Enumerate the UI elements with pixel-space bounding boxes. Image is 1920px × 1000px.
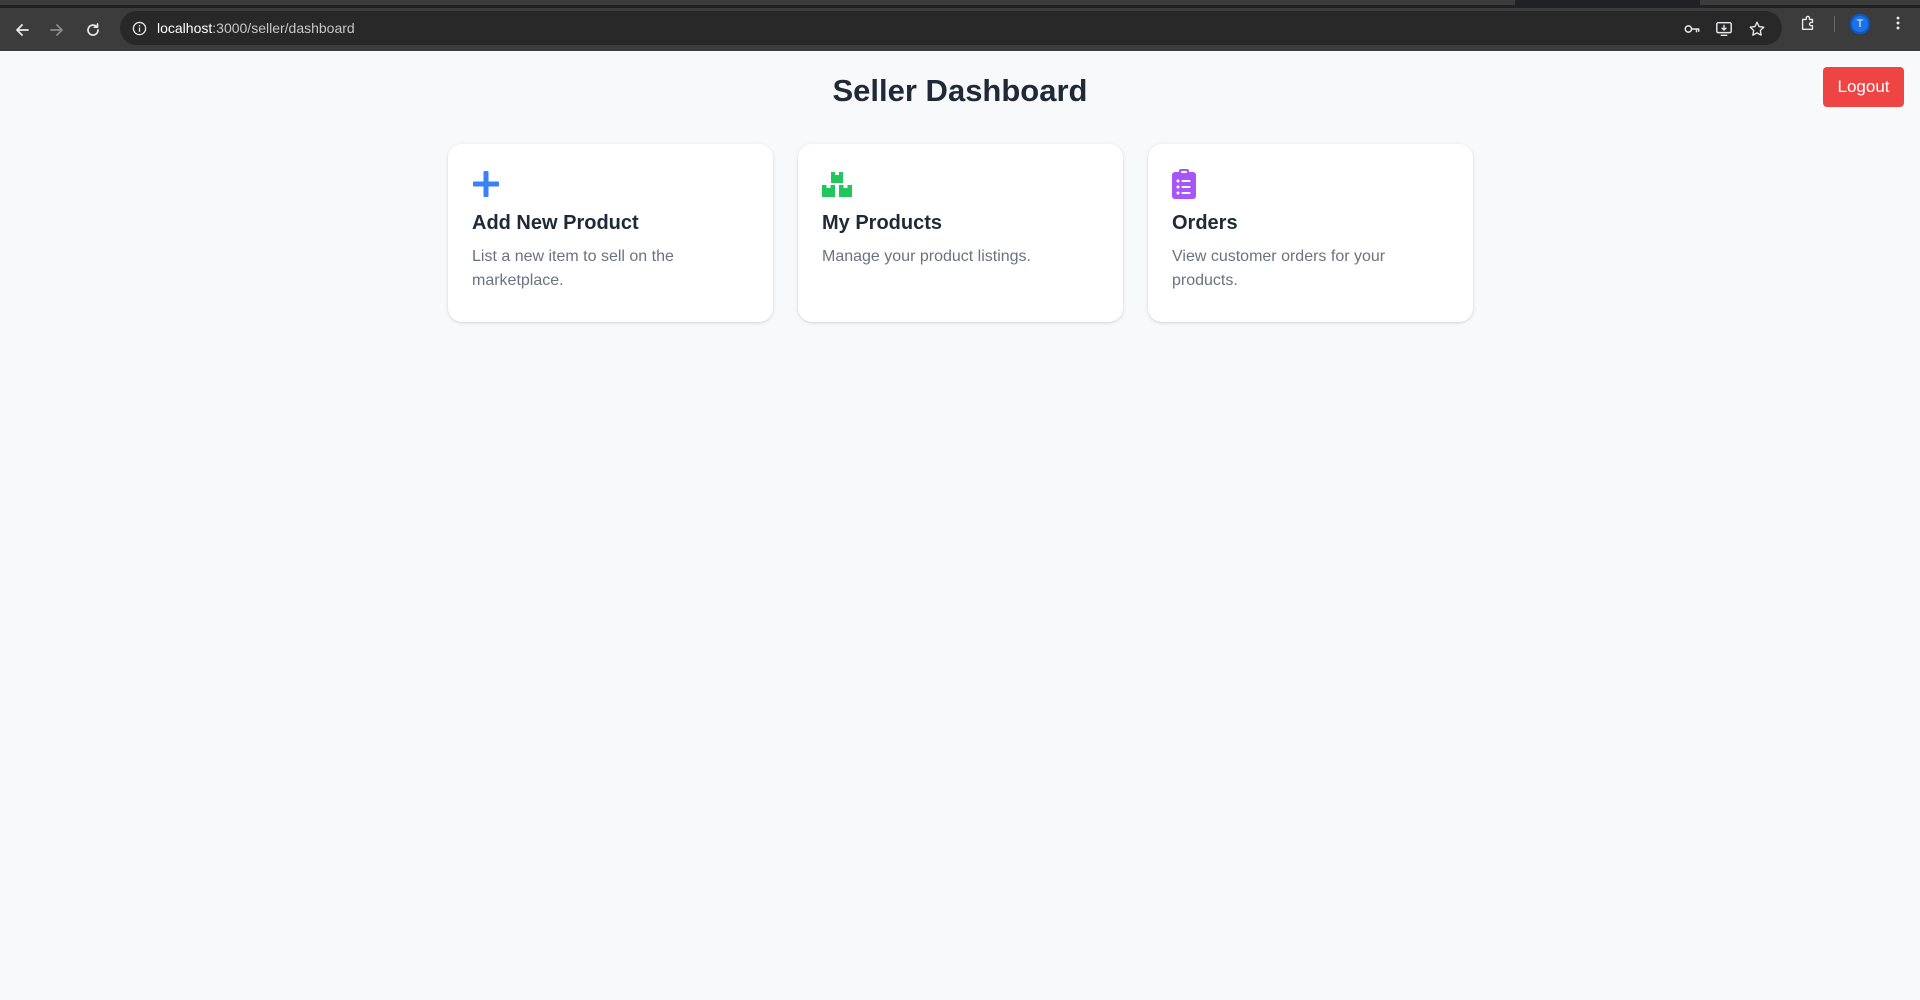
site-info-icon[interactable]: [130, 19, 148, 37]
card-my-products[interactable]: My Products Manage your product listings…: [798, 144, 1123, 322]
more-menu-icon[interactable]: [1887, 12, 1909, 34]
plus-icon: [472, 168, 504, 200]
dashboard-cards: Add New Product List a new item to sell …: [448, 144, 1473, 322]
card-add-new-product[interactable]: Add New Product List a new item to sell …: [448, 144, 773, 322]
arrow-right-icon: [50, 24, 63, 36]
arrow-left-icon: [16, 24, 29, 36]
browser-toolbar: localhost:3000/seller/dashboard T: [0, 8, 1920, 51]
forward-button[interactable]: [43, 16, 71, 44]
card-title: My Products: [822, 212, 943, 234]
url-host: localhost: [157, 20, 213, 36]
logout-button[interactable]: Logout: [1823, 67, 1904, 107]
key-icon[interactable]: [1682, 19, 1702, 39]
card-description: View customer orders for your products.: [1172, 248, 1386, 289]
reload-icon: [87, 23, 99, 36]
extensions-icon[interactable]: [1797, 12, 1819, 34]
install-app-icon[interactable]: [1714, 19, 1734, 39]
browser-chrome: localhost:3000/seller/dashboard T: [0, 0, 1920, 51]
profile-avatar[interactable]: T: [1850, 14, 1870, 34]
card-description: List a new item to sell on the marketpla…: [472, 248, 674, 289]
clipboard-list-icon: [1172, 168, 1204, 200]
url-path: :3000/seller/dashboard: [212, 20, 355, 36]
reload-button[interactable]: [79, 16, 107, 44]
card-description: Manage your product listings.: [822, 248, 1031, 265]
url-text[interactable]: localhost:3000/seller/dashboard: [157, 20, 355, 36]
toolbar-divider: [1834, 16, 1835, 32]
tab-strip-active: [0, 0, 1515, 5]
address-bar[interactable]: localhost:3000/seller/dashboard: [120, 11, 1782, 45]
page-content: Seller Dashboard Logout Add New Product …: [0, 51, 1920, 1000]
card-orders[interactable]: Orders View customer orders for your pro…: [1148, 144, 1473, 322]
card-title: Add New Product: [472, 212, 639, 234]
boxes-icon: [822, 168, 854, 200]
page-title: Seller Dashboard: [832, 73, 1088, 108]
card-title: Orders: [1172, 212, 1238, 234]
bookmark-star-icon[interactable]: [1747, 19, 1767, 39]
back-button[interactable]: [8, 16, 36, 44]
tab-strip-right: [1700, 0, 1920, 5]
